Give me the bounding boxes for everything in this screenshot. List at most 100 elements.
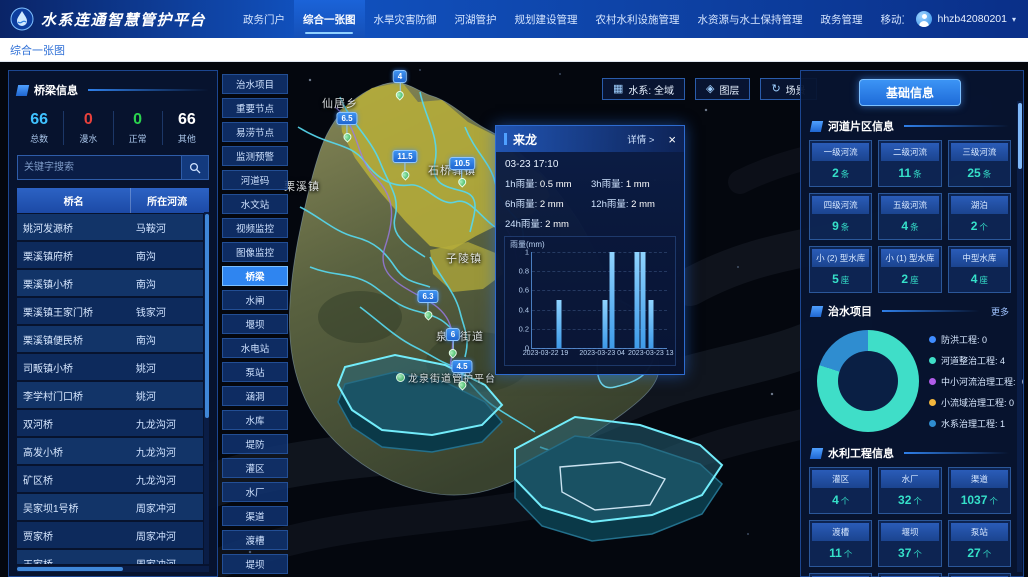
card-unit: 个	[913, 496, 922, 506]
layer-item-重要节点[interactable]: 重要节点	[222, 98, 288, 118]
nav-tab-5[interactable]: 规划建设管理	[506, 0, 587, 38]
eng-card-渡槽[interactable]: 渡槽11个	[809, 520, 872, 567]
layer-item-治水项目[interactable]: 治水项目	[222, 74, 288, 94]
water-level-marker[interactable]: 10.5	[449, 157, 475, 186]
card-value: 5座	[812, 267, 869, 290]
layer-item-图像监控[interactable]: 图像监控	[222, 242, 288, 262]
table-vertical-scrollbar[interactable]	[204, 212, 209, 564]
card-number: 37	[898, 546, 911, 560]
layer-item-渡槽[interactable]: 渡槽	[222, 530, 288, 550]
eng-card-泵站[interactable]: 泵站27个	[948, 520, 1011, 567]
layer-item-水文站[interactable]: 水文站	[222, 194, 288, 214]
card-title: 二级河流	[881, 143, 938, 161]
map-control-water-system-grid[interactable]: ▦水系: 全域	[602, 78, 685, 100]
layer-item-堰坝[interactable]: 堰坝	[222, 314, 288, 334]
table-horizontal-scrollbar[interactable]	[17, 566, 209, 572]
card-title: 小 (1) 型水库	[881, 249, 938, 267]
table-row[interactable]: 栗溪镇便民桥南沟	[17, 326, 203, 352]
water-level-marker[interactable]: 4	[393, 70, 407, 99]
user-name: hhzb42080201	[937, 13, 1007, 25]
water-level-marker[interactable]: 4.5	[451, 360, 472, 389]
nav-tab-4[interactable]: 河湖管护	[446, 0, 506, 38]
table-row[interactable]: 栗溪镇王家门桥钱家河	[17, 298, 203, 324]
layer-item-水厂[interactable]: 水厂	[222, 482, 288, 502]
water-level-marker[interactable]: 11.5	[392, 150, 417, 179]
layer-item-视频监控[interactable]: 视频监控	[222, 218, 288, 238]
eng-card-渠道[interactable]: 渠道1037个	[948, 467, 1011, 514]
layer-item-监测预警[interactable]: 监测预警	[222, 146, 288, 166]
popup-header: 来龙 详情 > ×	[496, 126, 684, 152]
station-pin-icon	[447, 347, 458, 358]
river-card-中型水库[interactable]: 中型水库4座	[948, 246, 1011, 293]
river-card-三级河流[interactable]: 三级河流25条	[948, 140, 1011, 187]
river-card-湖泊[interactable]: 湖泊2个	[948, 193, 1011, 240]
layer-item-水电站[interactable]: 水电站	[222, 338, 288, 358]
user-menu[interactable]: hhzb42080201 ▾	[904, 0, 1028, 38]
breadcrumb[interactable]: 综合一张图	[10, 42, 65, 58]
table-row[interactable]: 吴家坝1号桥周家冲河	[17, 494, 203, 520]
layer-item-堤坝[interactable]: 堤坝	[222, 554, 288, 574]
search-input[interactable]	[17, 155, 182, 180]
river-card-一级河流[interactable]: 一级河流2条	[809, 140, 872, 187]
eng-card-桥梁[interactable]: 桥梁66个	[878, 573, 941, 577]
layer-item-桥梁[interactable]: 桥梁	[222, 266, 288, 286]
chart-y-tick: 0.6	[508, 286, 529, 295]
basic-info-tab[interactable]: 基础信息	[859, 79, 961, 106]
table-row[interactable]: 王家桥周家冲河	[17, 550, 203, 564]
river-card-小 (2) 型水库[interactable]: 小 (2) 型水库5座	[809, 246, 872, 293]
chart-gridline	[532, 348, 667, 349]
water-level-marker[interactable]: 6	[446, 328, 460, 357]
layer-item-灌区[interactable]: 灌区	[222, 458, 288, 478]
eng-card-涵洞[interactable]: 涵洞47个	[809, 573, 872, 577]
table-row[interactable]: 司畈镇小桥姚河	[17, 354, 203, 380]
water-level-marker[interactable]: 6.5	[336, 112, 357, 141]
nav-tab-2[interactable]: 综合一张图	[294, 0, 365, 38]
layer-item-水闸[interactable]: 水闸	[222, 290, 288, 310]
projects-more-link[interactable]: 更多	[991, 305, 1009, 318]
popup-detail-link[interactable]: 详情 >	[627, 132, 654, 146]
eng-card-灌区[interactable]: 灌区4个	[809, 467, 872, 514]
table-row[interactable]: 李学村门口桥姚河	[17, 382, 203, 408]
nav-tab-8[interactable]: 政务管理	[812, 0, 872, 38]
card-title: 渠道	[951, 470, 1008, 488]
nav-tab-9[interactable]: 移动工作管理	[872, 0, 905, 38]
place-label-仙居乡: 仙居乡	[322, 95, 358, 111]
table-row[interactable]: 矿区桥九龙沟河	[17, 466, 203, 492]
table-row[interactable]: 贾家桥周家冲河	[17, 522, 203, 548]
table-row[interactable]: 栗溪镇小桥南沟	[17, 270, 203, 296]
layer-item-涵洞[interactable]: 涵洞	[222, 386, 288, 406]
bridge-search	[17, 155, 209, 180]
table-row[interactable]: 高发小桥九龙沟河	[17, 438, 203, 464]
nav-tab-1[interactable]: 政务门户	[234, 0, 294, 38]
water-level-marker[interactable]: 6.3	[417, 290, 438, 319]
layer-item-泵站[interactable]: 泵站	[222, 362, 288, 382]
section-divider	[882, 310, 979, 312]
eng-card-水厂[interactable]: 水厂32个	[878, 467, 941, 514]
nav-tab-6[interactable]: 农村水利设施管理	[587, 0, 689, 38]
layer-item-渠道[interactable]: 渠道	[222, 506, 288, 526]
river-card-四级河流[interactable]: 四级河流9条	[809, 193, 872, 240]
district-3d-right[interactable]	[515, 417, 722, 541]
close-icon[interactable]: ×	[668, 133, 676, 146]
search-button[interactable]	[182, 155, 209, 180]
river-card-五级河流[interactable]: 五级河流4条	[878, 193, 941, 240]
nav-tab-7[interactable]: 水资源与水土保持管理	[689, 0, 812, 38]
eng-card-堰坝[interactable]: 堰坝37个	[878, 520, 941, 567]
table-row[interactable]: 姚河发源桥马鞍河	[17, 214, 203, 240]
rain-bar	[602, 300, 607, 348]
section-icon	[810, 306, 823, 317]
right-panel-scrollbar[interactable]	[1017, 101, 1022, 572]
layer-item-易涝节点[interactable]: 易涝节点	[222, 122, 288, 142]
card-unit: 条	[983, 169, 992, 179]
river-card-小 (1) 型水库[interactable]: 小 (1) 型水库2座	[878, 246, 941, 293]
layer-item-堤防[interactable]: 堤防	[222, 434, 288, 454]
eng-card-水电站[interactable]: 水电站3个	[948, 573, 1011, 577]
river-card-二级河流[interactable]: 二级河流11条	[878, 140, 941, 187]
table-row[interactable]: 双河桥九龙沟河	[17, 410, 203, 436]
card-title: 泵站	[951, 523, 1008, 541]
nav-tab-3[interactable]: 水旱灾害防御	[365, 0, 446, 38]
table-row[interactable]: 栗溪镇府桥南沟	[17, 242, 203, 268]
map-control-layers[interactable]: ◈图层	[695, 78, 750, 100]
layer-item-河道码[interactable]: 河道码	[222, 170, 288, 190]
layer-item-水库[interactable]: 水库	[222, 410, 288, 430]
